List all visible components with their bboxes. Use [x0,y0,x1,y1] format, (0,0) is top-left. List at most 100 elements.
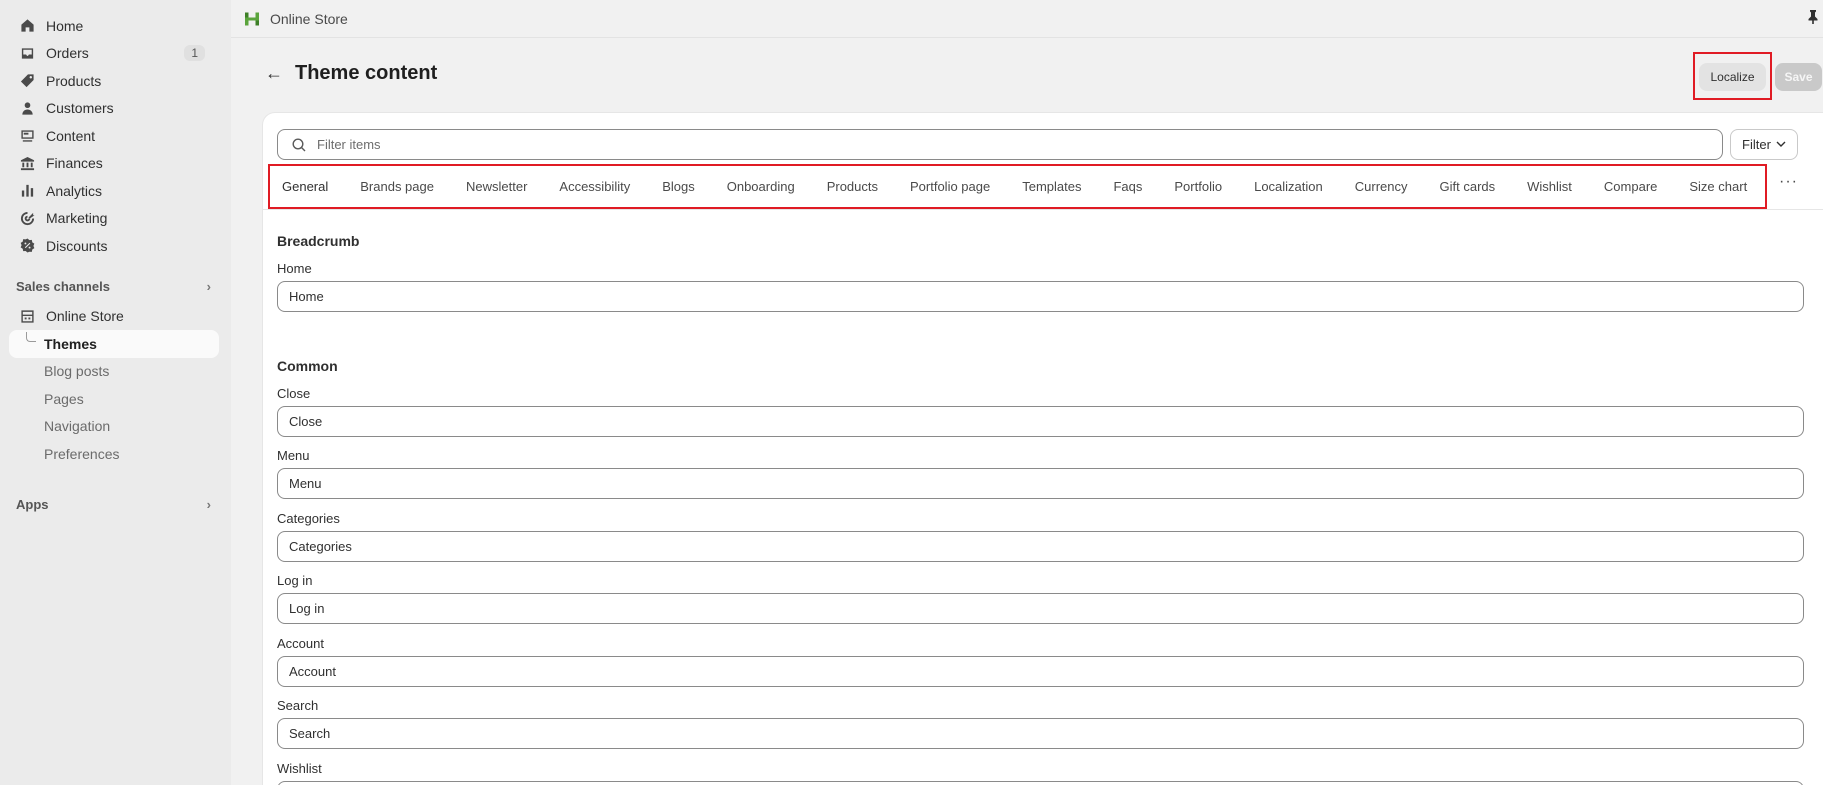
sidebar-item-content[interactable]: Content [0,122,221,150]
bank-icon [19,155,35,171]
back-arrow-icon[interactable]: ← [265,63,283,84]
page-title: Theme content [295,62,438,84]
topbar-store-name[interactable]: Online Store [270,11,348,27]
tab-localization[interactable]: Localization [1254,179,1323,194]
common-account-input[interactable] [289,664,1803,679]
field-label: Wishlist [277,761,322,776]
store-icon [19,308,35,324]
field-label: Categories [277,511,340,526]
sidebar-subitem-themes[interactable]: Themes [9,330,219,358]
sidebar-subitem-navigation[interactable]: Navigation [0,413,231,441]
field-label: Log in [277,573,313,588]
chevron-right-icon: › [206,497,211,512]
sidebar-item-marketing[interactable]: Marketing [0,205,221,233]
sidebar-subitem-label: Pages [44,390,84,407]
common-log-in-input[interactable] [289,601,1803,616]
tab-accessibility[interactable]: Accessibility [559,179,630,194]
sidebar-subitem-preferences[interactable]: Preferences [0,440,231,468]
sidebar-item-orders[interactable]: Orders 1 [0,40,221,68]
apps-header[interactable]: Apps › [0,492,231,518]
breadcrumb-home-input[interactable] [289,289,1803,304]
sidebar-item-label: Finances [46,155,103,172]
tab-compare[interactable]: Compare [1604,179,1657,194]
field-label: Menu [277,448,310,463]
sidebar-item-label: Discounts [46,237,108,254]
sidebar-item-analytics[interactable]: Analytics [0,177,221,205]
tab-wishlist[interactable]: Wishlist [1527,179,1572,194]
tab-products[interactable]: Products [827,179,878,194]
sidebar-item-label: Content [46,127,96,144]
common-search-input[interactable] [289,726,1803,741]
sidebar-subitem-label: Blog posts [44,363,110,380]
content-tabs: General Brands page Newsletter Accessibi… [282,166,1779,206]
sidebar-subitem-blog-posts[interactable]: Blog posts [0,358,231,386]
sidebar-subitem-label: Themes [44,335,97,352]
sidebar-item-discounts[interactable]: Discounts [0,232,221,260]
localize-button[interactable]: Localize [1699,63,1766,91]
tab-portfolio-page[interactable]: Portfolio page [910,179,990,194]
chevron-down-icon [1776,139,1786,150]
text-field[interactable] [277,281,1804,312]
field-label: Close [277,386,311,401]
sidebar-item-products[interactable]: Products [0,67,221,95]
sidebar-subitem-label: Preferences [44,445,120,462]
common-menu-input[interactable] [289,476,1803,491]
content-icon [19,128,35,144]
tab-currency[interactable]: Currency [1355,179,1408,194]
common-categories-input[interactable] [289,539,1803,554]
sidebar-subitem-label: Navigation [44,418,111,435]
filter-items-field[interactable] [277,129,1723,160]
tab-newsletter[interactable]: Newsletter [466,179,527,194]
tag-icon [19,73,35,89]
topbar: Online Store [231,0,1823,38]
sidebar-item-online-store[interactable]: Online Store [0,303,221,331]
tab-onboarding[interactable]: Onboarding [727,179,795,194]
save-button[interactable]: Save [1775,63,1822,91]
sidebar-item-label: Home [46,17,84,34]
apps-label: Apps [16,497,49,512]
sales-channels-header[interactable]: Sales channels › [0,274,231,300]
inbox-icon [19,45,35,61]
sales-channels-label: Sales channels [16,279,110,294]
tab-faqs[interactable]: Faqs [1113,179,1142,194]
shopify-store-logo [245,12,259,25]
chevron-right-icon: › [206,279,211,294]
text-field[interactable] [277,656,1804,687]
tab-gift-cards[interactable]: Gift cards [1440,179,1496,194]
tab-brands-page[interactable]: Brands page [360,179,434,194]
section-title-common: Common [277,358,338,374]
text-field[interactable] [277,718,1804,749]
sidebar-item-customers[interactable]: Customers [0,95,221,123]
tree-connector [26,332,36,342]
filter-items-input[interactable] [317,137,1617,152]
text-field[interactable] [277,468,1804,499]
sidebar-item-finances[interactable]: Finances [0,150,221,178]
text-field[interactable] [277,531,1804,562]
tabs-divider [263,209,1823,210]
field-label: Home [277,261,312,276]
sidebar-item-label: Analytics [46,182,103,199]
target-icon [19,210,35,226]
more-tabs-icon[interactable]: ··· [1779,173,1798,191]
tab-size-chart[interactable]: Size chart [1689,179,1747,194]
tab-general[interactable]: General [282,179,328,194]
bar-chart-icon [19,183,35,199]
common-close-input[interactable] [289,414,1803,429]
filter-button-label: Filter [1742,137,1771,152]
tab-portfolio[interactable]: Portfolio [1174,179,1222,194]
tab-templates[interactable]: Templates [1022,179,1081,194]
filter-button[interactable]: Filter [1730,129,1798,160]
field-label: Account [277,636,324,651]
sidebar-item-label: Orders [46,45,89,62]
page-header: ← Theme content [265,62,437,85]
discount-icon [19,238,35,254]
text-field[interactable] [277,593,1804,624]
pin-icon[interactable] [1807,10,1819,27]
tab-blogs[interactable]: Blogs [662,179,695,194]
text-field[interactable] [277,406,1804,437]
sidebar-item-label: Products [46,72,102,89]
sidebar-subitem-pages[interactable]: Pages [0,385,231,413]
field-label: Search [277,698,319,713]
sidebar-item-home[interactable]: Home [0,12,221,40]
text-field[interactable] [277,781,1804,785]
